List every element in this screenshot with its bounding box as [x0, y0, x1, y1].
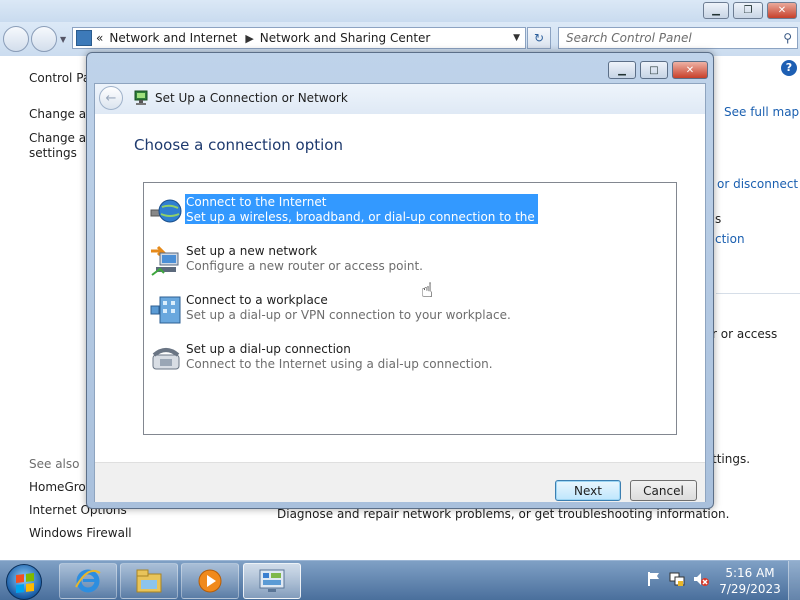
help-icon[interactable]: ?: [781, 60, 797, 76]
wizard-back-button[interactable]: ←: [99, 86, 123, 110]
option-title: Connect to a workplace: [186, 293, 328, 307]
action-center-flag-icon[interactable]: [645, 571, 661, 587]
option-connect-to-internet[interactable]: Connect to the Internet Set up a wireles…: [148, 194, 668, 230]
breadcrumb-chevron-icon[interactable]: ▶: [245, 32, 253, 45]
close-button[interactable]: ✕: [767, 2, 797, 19]
back-arrow-icon: ←: [105, 90, 117, 106]
start-button[interactable]: [6, 564, 42, 600]
workplace-building-icon: [150, 296, 181, 324]
minimize-button[interactable]: ▁: [703, 2, 729, 19]
control-panel-icon: [259, 569, 285, 592]
taskbar-control-panel[interactable]: [243, 563, 301, 599]
option-description: Configure a new router or access point.: [186, 259, 423, 273]
close-icon: ✕: [685, 64, 695, 76]
background-text-fragment: ttings.: [712, 452, 751, 466]
search-input[interactable]: Search Control Panel ⚲: [558, 27, 798, 49]
internet-explorer-icon: [75, 569, 101, 593]
background-link-fragment[interactable]: ction: [715, 232, 745, 246]
change-adapter-settings-link[interactable]: Change ad: [29, 107, 94, 121]
background-text-fragment: s: [715, 212, 722, 226]
volume-muted-icon[interactable]: [693, 571, 709, 587]
connect-or-disconnect-link[interactable]: or disconnect: [717, 177, 798, 191]
taskbar-media-player[interactable]: [181, 563, 239, 599]
control-panel-home-link[interactable]: Control Pa: [29, 71, 90, 85]
telephone-modem-icon: [152, 348, 180, 370]
section-divider: [716, 293, 800, 294]
connection-options-list: Connect to the Internet Set up a wireles…: [143, 182, 677, 435]
see-also-label: See also: [29, 457, 80, 471]
show-desktop-button[interactable]: [788, 561, 800, 600]
search-icon[interactable]: ⚲: [783, 31, 792, 45]
minimize-icon: ▁: [618, 64, 626, 76]
taskbar-internet-explorer[interactable]: [59, 563, 117, 599]
windows-explorer-icon: [136, 569, 162, 593]
taskbar: 5:16 AM 7/29/2023: [0, 560, 800, 600]
refresh-icon: ↻: [533, 31, 545, 45]
back-button[interactable]: [3, 26, 29, 52]
clock-time: 5:16 AM: [725, 566, 775, 580]
change-advanced-sharing-link[interactable]: Change ad: [29, 131, 94, 145]
new-network-icon: [151, 245, 179, 276]
address-dropdown-icon[interactable]: ▼: [513, 33, 520, 43]
dialog-maximize-button[interactable]: □: [640, 61, 668, 79]
media-player-icon: [198, 569, 222, 593]
homegroup-link[interactable]: HomeGrou: [29, 480, 93, 494]
option-title: Set up a new network: [186, 244, 318, 258]
minimize-icon: ▁: [712, 5, 720, 16]
maximize-icon: □: [649, 64, 659, 76]
dialog-title: Set Up a Connection or Network: [155, 91, 348, 105]
control-panel-icon: [76, 30, 92, 46]
dialog-content: ← Set Up a Connection or Network Choose …: [94, 83, 706, 502]
next-button[interactable]: Next: [555, 480, 621, 501]
dialog-header: ← Set Up a Connection or Network: [95, 84, 705, 114]
system-clock[interactable]: 5:16 AM 7/29/2023: [716, 565, 784, 597]
search-placeholder: Search Control Panel: [566, 31, 692, 45]
option-description: Connect to the Internet using a dial-up …: [186, 357, 493, 371]
windows-logo-icon: [16, 573, 34, 593]
option-description: Set up a dial-up or VPN connection to yo…: [186, 308, 511, 322]
breadcrumb-network-and-internet[interactable]: Network and Internet: [109, 31, 237, 45]
see-full-map-link[interactable]: See full map: [724, 105, 799, 119]
clock-date: 7/29/2023: [719, 582, 781, 596]
setup-connection-dialog: ▁ □ ✕ ← Set Up a Connection or Network C…: [86, 52, 714, 509]
cancel-button[interactable]: Cancel: [630, 480, 697, 501]
background-text-fragment: r or access: [712, 327, 778, 341]
network-wizard-icon: [134, 90, 148, 105]
windows-firewall-link[interactable]: Windows Firewall: [29, 526, 132, 540]
option-title: Set up a dial-up connection: [186, 342, 351, 356]
close-icon: ✕: [777, 5, 787, 16]
address-bar[interactable]: « Network and Internet ▶ Network and Sha…: [72, 27, 526, 49]
troubleshoot-problems-text[interactable]: Diagnose and repair network problems, or…: [277, 507, 729, 521]
taskbar-windows-explorer[interactable]: [120, 563, 178, 599]
option-dial-up-connection[interactable]: Set up a dial-up connection Connect to t…: [148, 341, 668, 377]
breadcrumb-overflow[interactable]: «: [96, 31, 103, 45]
hand-pointer-cursor-icon: ☝: [421, 278, 434, 302]
page-heading: Choose a connection option: [134, 136, 343, 154]
option-connect-to-workplace[interactable]: Connect to a workplace Set up a dial-up …: [148, 292, 668, 328]
option-new-network[interactable]: Set up a new network Configure a new rou…: [148, 243, 668, 279]
globe-network-icon: [150, 199, 182, 223]
breadcrumb-network-sharing-center[interactable]: Network and Sharing Center: [260, 31, 431, 45]
option-description: Set up a wireless, broadband, or dial-up…: [186, 210, 591, 224]
restore-icon: ❐: [743, 5, 753, 16]
refresh-button[interactable]: ↻: [527, 27, 551, 49]
dialog-close-button[interactable]: ✕: [672, 61, 708, 79]
change-advanced-sharing-link-line2[interactable]: settings: [29, 146, 77, 160]
forward-button[interactable]: [31, 26, 57, 52]
dialog-minimize-button[interactable]: ▁: [608, 61, 636, 79]
recent-pages-dropdown-icon[interactable]: ▼: [60, 35, 66, 44]
network-status-icon[interactable]: [669, 571, 685, 587]
option-title: Connect to the Internet: [186, 195, 327, 209]
control-panel-titlebar: [0, 0, 800, 22]
maximize-button[interactable]: ❐: [733, 2, 763, 19]
dialog-footer: Next Cancel: [95, 462, 705, 502]
